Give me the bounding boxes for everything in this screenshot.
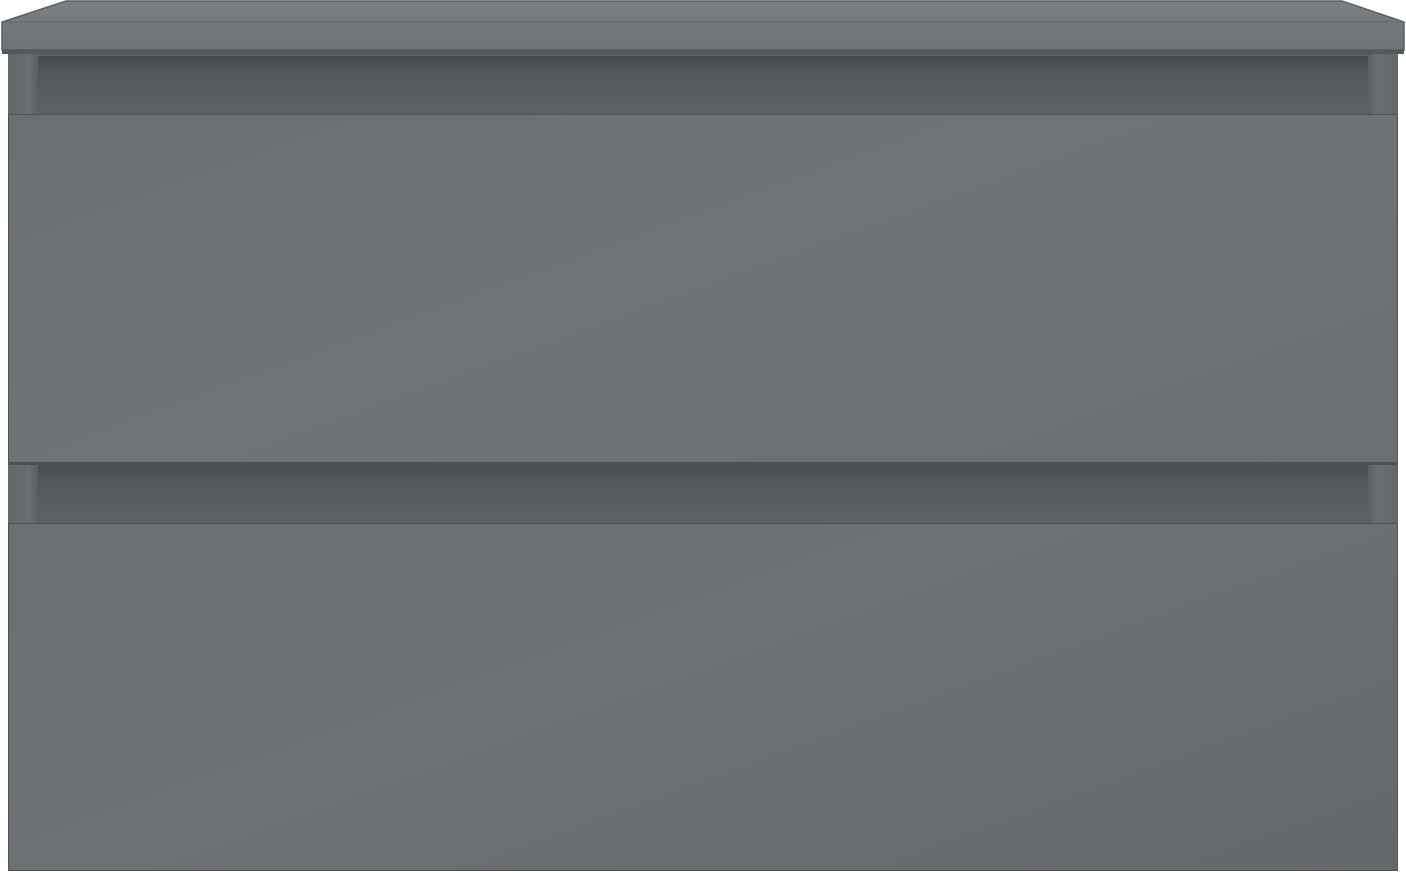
drawer-bottom [8,523,1398,871]
countertop [1,0,1405,54]
product-image [0,0,1406,873]
drawer-top [8,114,1398,465]
handle-recess-bottom [38,463,1368,523]
handle-recess-top [38,56,1368,114]
drawer-top-shadow [9,462,1397,465]
